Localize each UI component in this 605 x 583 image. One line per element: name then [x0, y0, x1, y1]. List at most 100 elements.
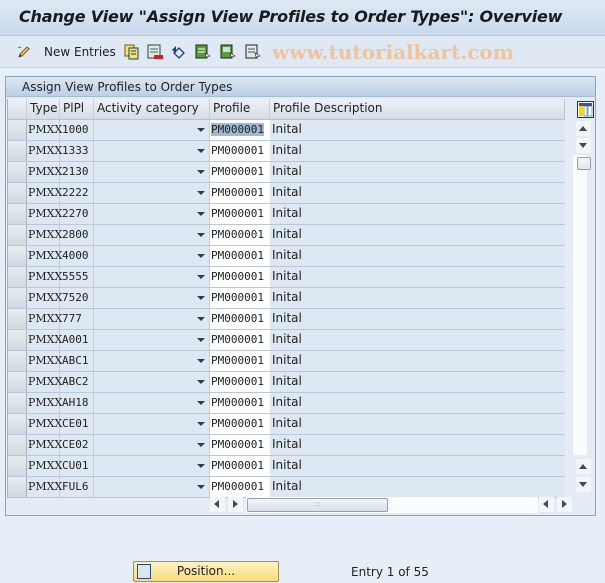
vertical-scrollbar-thumb[interactable] — [577, 157, 591, 170]
cell-activity-category[interactable] — [94, 246, 210, 266]
cell-profile-input[interactable]: PM000001 — [210, 309, 270, 329]
cell-activity-category[interactable] — [94, 225, 210, 245]
cell-profile-input[interactable]: PM000001 — [210, 414, 270, 434]
cell-profile-input[interactable]: PM000001 — [210, 183, 270, 203]
dropdown-arrow-icon[interactable] — [197, 422, 205, 426]
dropdown-arrow-icon[interactable] — [197, 317, 205, 321]
cell-activity-category[interactable] — [94, 120, 210, 140]
scroll-left-button-2[interactable] — [539, 497, 554, 512]
scroll-page-up-button[interactable] — [576, 121, 591, 136]
cell-profile-input[interactable]: PM000001 — [210, 288, 270, 308]
cell-activity-category[interactable] — [94, 309, 210, 329]
cell-activity-category[interactable] — [94, 330, 210, 350]
cell-profile-input[interactable]: PM000001 — [210, 225, 270, 245]
deselect-all-button[interactable] — [245, 43, 261, 61]
cell-activity-category[interactable] — [94, 288, 210, 308]
row-selector[interactable] — [7, 372, 27, 392]
cell-activity-category[interactable] — [94, 393, 210, 413]
cell-profile-input[interactable]: PM000001 — [210, 246, 270, 266]
column-header-profile[interactable]: Profile — [210, 99, 270, 119]
dropdown-arrow-icon[interactable] — [197, 170, 205, 174]
row-selector[interactable] — [7, 309, 27, 329]
select-all-rows-cell[interactable] — [7, 99, 27, 119]
scroll-left-button[interactable] — [210, 497, 225, 512]
cell-profile-description: Inital — [272, 227, 302, 241]
row-selector[interactable] — [7, 267, 27, 287]
scroll-right-button[interactable] — [228, 497, 243, 512]
row-selector[interactable] — [7, 183, 27, 203]
column-header-profile-description[interactable]: Profile Description — [270, 99, 565, 119]
cell-activity-category[interactable] — [94, 183, 210, 203]
row-selector[interactable] — [7, 351, 27, 371]
new-entries-button[interactable]: New Entries — [44, 43, 116, 61]
cell-profile-input[interactable]: PM000001 — [210, 267, 270, 287]
cell-activity-category[interactable] — [94, 435, 210, 455]
cell-profile-input[interactable]: PM000001 — [210, 141, 270, 161]
cell-profile-input[interactable]: PM000001 — [210, 456, 270, 476]
display-change-button[interactable] — [16, 43, 32, 61]
dropdown-arrow-icon[interactable] — [197, 212, 205, 216]
scroll-right-button-2[interactable] — [557, 497, 572, 512]
cell-activity-category[interactable] — [94, 414, 210, 434]
row-selector[interactable] — [7, 456, 27, 476]
cell-profile-input[interactable]: PM000001 — [210, 330, 270, 350]
dropdown-arrow-icon[interactable] — [197, 254, 205, 258]
row-selector[interactable] — [7, 120, 27, 140]
row-selector[interactable] — [7, 435, 27, 455]
select-block-button[interactable] — [220, 43, 236, 61]
undo-change-button[interactable] — [171, 43, 187, 61]
cell-activity-category[interactable] — [94, 477, 210, 497]
column-header-activity-category[interactable]: Activity category — [94, 99, 210, 119]
cell-profile-input[interactable]: PM000001 — [210, 372, 270, 392]
cell-activity-category[interactable] — [94, 267, 210, 287]
row-selector[interactable] — [7, 246, 27, 266]
dropdown-arrow-icon[interactable] — [197, 149, 205, 153]
position-button[interactable]: Position... — [133, 561, 279, 582]
copy-button[interactable] — [124, 43, 140, 61]
vertical-scrollbar-track[interactable] — [573, 155, 587, 455]
delete-button[interactable] — [147, 43, 163, 61]
row-selector[interactable] — [7, 225, 27, 245]
cell-activity-category[interactable] — [94, 141, 210, 161]
dropdown-arrow-icon[interactable] — [197, 275, 205, 279]
scroll-down-button[interactable] — [576, 477, 591, 492]
row-selector[interactable] — [7, 204, 27, 224]
cell-profile-input[interactable]: PM000001 — [210, 477, 270, 497]
row-selector[interactable] — [7, 141, 27, 161]
dropdown-arrow-icon[interactable] — [197, 296, 205, 300]
row-selector[interactable] — [7, 393, 27, 413]
column-header-plpl[interactable]: PlPl — [60, 99, 94, 119]
column-header-type[interactable]: Type — [27, 99, 60, 119]
row-selector[interactable] — [7, 330, 27, 350]
row-selector[interactable] — [7, 414, 27, 434]
row-selector[interactable] — [7, 288, 27, 308]
cell-activity-category[interactable] — [94, 351, 210, 371]
horizontal-scrollbar-thumb[interactable]: ::: — [247, 498, 388, 512]
cell-activity-category[interactable] — [94, 372, 210, 392]
cell-profile-input[interactable]: PM000001 — [210, 393, 270, 413]
dropdown-arrow-icon[interactable] — [197, 359, 205, 363]
dropdown-arrow-icon[interactable] — [197, 338, 205, 342]
dropdown-arrow-icon[interactable] — [197, 401, 205, 405]
dropdown-arrow-icon[interactable] — [197, 485, 205, 489]
dropdown-arrow-icon[interactable] — [197, 128, 205, 132]
dropdown-arrow-icon[interactable] — [197, 464, 205, 468]
row-selector[interactable] — [7, 477, 27, 497]
cell-profile-input[interactable]: PM000001 — [210, 351, 270, 371]
cell-activity-category[interactable] — [94, 204, 210, 224]
cell-profile-input[interactable]: PM000001 — [210, 435, 270, 455]
select-all-button[interactable] — [195, 43, 211, 61]
row-selector[interactable] — [7, 162, 27, 182]
cell-activity-category[interactable] — [94, 456, 210, 476]
column-settings-button[interactable] — [577, 101, 594, 118]
cell-profile-input[interactable]: PM000001 — [210, 204, 270, 224]
dropdown-arrow-icon[interactable] — [197, 380, 205, 384]
dropdown-arrow-icon[interactable] — [197, 191, 205, 195]
scroll-page-down-button[interactable] — [576, 138, 591, 153]
cell-profile-input[interactable]: PM000001 — [210, 162, 270, 182]
cell-profile-input[interactable]: PM000001 — [210, 120, 270, 140]
dropdown-arrow-icon[interactable] — [197, 233, 205, 237]
cell-activity-category[interactable] — [94, 162, 210, 182]
dropdown-arrow-icon[interactable] — [197, 443, 205, 447]
scroll-up-button[interactable] — [576, 459, 591, 474]
